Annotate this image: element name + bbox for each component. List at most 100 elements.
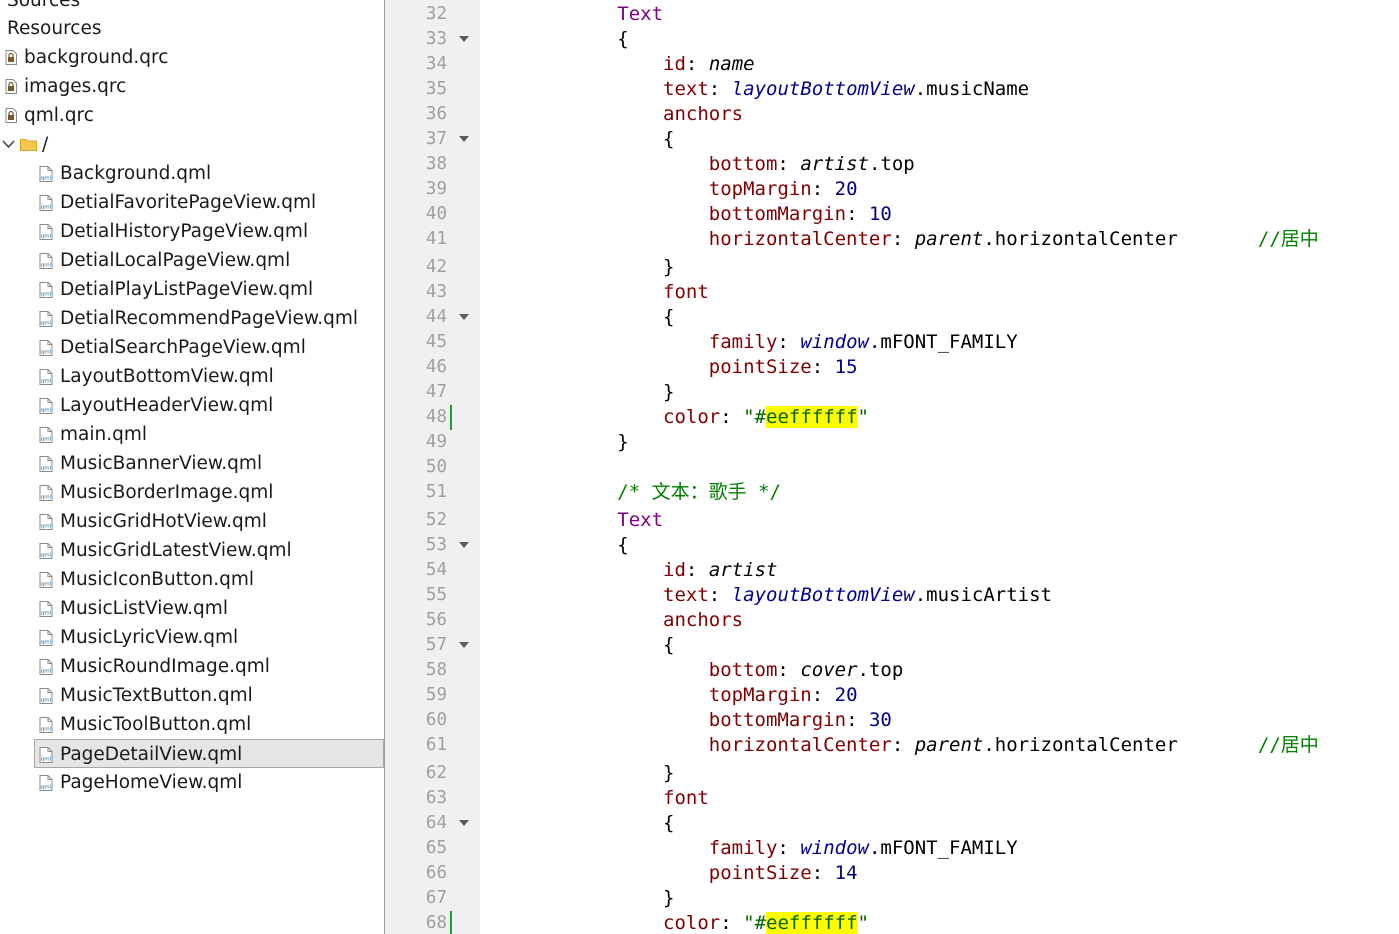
tree-item-musicgridlatestview-qml[interactable]: qml MusicGridLatestView.qml [0,536,384,565]
tree-item-images-qrc[interactable]: images.qrc [0,72,384,101]
code-token: : [720,406,744,428]
tree-item-layoutbottomview-qml[interactable]: qml LayoutBottomView.qml [0,362,384,391]
code-line[interactable]: 50 [385,455,1399,480]
code-text: anchors [480,102,743,127]
tree-item-musicborderimage-qml[interactable]: qml MusicBorderImage.qml [0,478,384,507]
tree-item-musicgridhotview-qml[interactable]: qml MusicGridHotView.qml [0,507,384,536]
tree-item-musicbannerview-qml[interactable]: qml MusicBannerView.qml [0,449,384,478]
line-number: 32 [425,4,447,24]
code-editor[interactable]: 32 Text 33 {34 id: name 35 text: layoutBot… [385,0,1399,934]
code-line[interactable]: 57 { [385,633,1399,658]
code-line[interactable]: 65 family: window.mFONT_FAMILY [385,836,1399,861]
tree-item-musiciconbutton-qml[interactable]: qml MusicIconButton.qml [0,565,384,594]
tree-item-main-qml[interactable]: qml main.qml [0,420,384,449]
code-text: topMargin: 20 [480,683,858,708]
fold-arrow-icon[interactable] [459,642,469,648]
tree-item-detialfavoritepageview-qml[interactable]: qml DetialFavoritePageView.qml [0,188,384,217]
code-token: artist [800,153,869,175]
code-line[interactable]: 67 } [385,886,1399,911]
code-line[interactable]: 46 pointSize: 15 [385,355,1399,380]
code-line[interactable]: 48 color: "#eeffffff" [385,405,1399,430]
tree-item-detialrecommendpageview-qml[interactable]: qml DetialRecommendPageView.qml [0,304,384,333]
code-line[interactable]: 33 { [385,27,1399,52]
chevron-down-icon[interactable] [2,139,15,149]
code-line[interactable]: 40 bottomMargin: 10 [385,202,1399,227]
code-line[interactable]: 64 { [385,811,1399,836]
tree-item-detialhistorypageview-qml[interactable]: qml DetialHistoryPageView.qml [0,217,384,246]
code-line[interactable]: 38 bottom: artist.top [385,152,1399,177]
code-token: .mFONT_FAMILY [868,331,1018,353]
line-number: 62 [425,763,447,783]
code-line[interactable]: 51 /* 文本：歌手 */ [385,480,1399,505]
code-line[interactable]: 49 } [385,430,1399,455]
code-line[interactable]: 68 color: "#eeffffff" [385,911,1399,934]
fold-arrow-icon[interactable] [459,314,469,320]
tree-item-detialplaylistpageview-qml[interactable]: qml DetialPlayListPageView.qml [0,275,384,304]
code-token: .musicName [914,78,1030,100]
fold-arrow-icon[interactable] [459,136,469,142]
code-token: { [663,128,675,150]
code-line[interactable]: 53 { [385,533,1399,558]
tree-item-pagehomeview-qml[interactable]: qml PageHomeView.qml [0,768,384,797]
tree-item-musiclistview-qml[interactable]: qml MusicListView.qml [0,594,384,623]
tree-item-resources[interactable]: Resources [0,14,384,43]
tree-item-musicroundimage-qml[interactable]: qml MusicRoundImage.qml [0,652,384,681]
code-text: family: window.mFONT_FAMILY [480,836,1018,861]
code-line[interactable]: 34 id: name [385,52,1399,77]
code-line[interactable]: 54 id: artist [385,558,1399,583]
code-line[interactable]: 44 { [385,305,1399,330]
tree-item-sources[interactable]: Sources [0,0,384,15]
code-line[interactable]: 39 topMargin: 20 [385,177,1399,202]
tree-item-pagedetailview-qml[interactable]: qml PageDetailView.qml [34,739,384,768]
code-line[interactable]: 36 anchors [385,102,1399,127]
code-line[interactable]: 35 text: layoutBottomView.musicName [385,77,1399,102]
code-line[interactable]: 47 } [385,380,1399,405]
tree-item-musictoolbutton-qml[interactable]: qml MusicToolButton.qml [0,710,384,739]
code-line[interactable]: 37 { [385,127,1399,152]
svg-text:qml: qml [41,205,52,211]
code-line[interactable]: 41 horizontalCenter: parent.horizontalCe… [385,227,1399,252]
tree-item-label: Background.qml [60,163,212,184]
code-line[interactable]: 59 topMargin: 20 [385,683,1399,708]
line-number: 68 [425,913,447,933]
tree-item-root[interactable]: / [0,130,384,159]
code-token: pointSize [708,862,812,884]
code-line[interactable]: 61 horizontalCenter: parent.horizontalCe… [385,733,1399,758]
code-line[interactable]: 63 font [385,786,1399,811]
line-number: 36 [425,104,447,124]
tree-item-musiclyricview-qml[interactable]: qml MusicLyricView.qml [0,623,384,652]
code-line[interactable]: 66 pointSize: 14 [385,861,1399,886]
code-line[interactable]: 42 } [385,255,1399,280]
line-number: 41 [425,229,447,249]
fold-arrow-icon[interactable] [459,36,469,42]
tree-item-background-qrc[interactable]: background.qrc [0,43,384,72]
code-line[interactable]: 43 font [385,280,1399,305]
tree-item-qml-qrc[interactable]: qml.qrc [0,101,384,130]
qml-file-icon: qml [39,427,53,443]
code-token: : [846,203,869,225]
code-line[interactable]: 62 } [385,761,1399,786]
code-token: font [663,281,709,303]
code-line[interactable]: 52 Text [385,508,1399,533]
fold-arrow-icon[interactable] [459,820,469,826]
code-line[interactable]: 56 anchors [385,608,1399,633]
code-token: 30 [868,709,892,731]
code-line[interactable]: 55 text: layoutBottomView.musicArtist [385,583,1399,608]
code-token: 10 [868,203,892,225]
tree-item-layoutheaderview-qml[interactable]: qml LayoutHeaderView.qml [0,391,384,420]
tree-item-detialsearchpageview-qml[interactable]: qml DetialSearchPageView.qml [0,333,384,362]
code-line[interactable]: 32 Text [385,2,1399,27]
fold-arrow-icon[interactable] [459,542,469,548]
tree-item-detiallocalpageview-qml[interactable]: qml DetialLocalPageView.qml [0,246,384,275]
code-line[interactable]: 45 family: window.mFONT_FAMILY [385,330,1399,355]
tree-item-background-qml[interactable]: qml Background.qml [0,159,384,188]
code-line[interactable]: 58 bottom: cover.top [385,658,1399,683]
tree-item-musictextbutton-qml[interactable]: qml MusicTextButton.qml [0,681,384,710]
code-line[interactable]: 60 bottomMargin: 30 [385,708,1399,733]
tree-item-label: MusicGridHotView.qml [60,511,267,532]
